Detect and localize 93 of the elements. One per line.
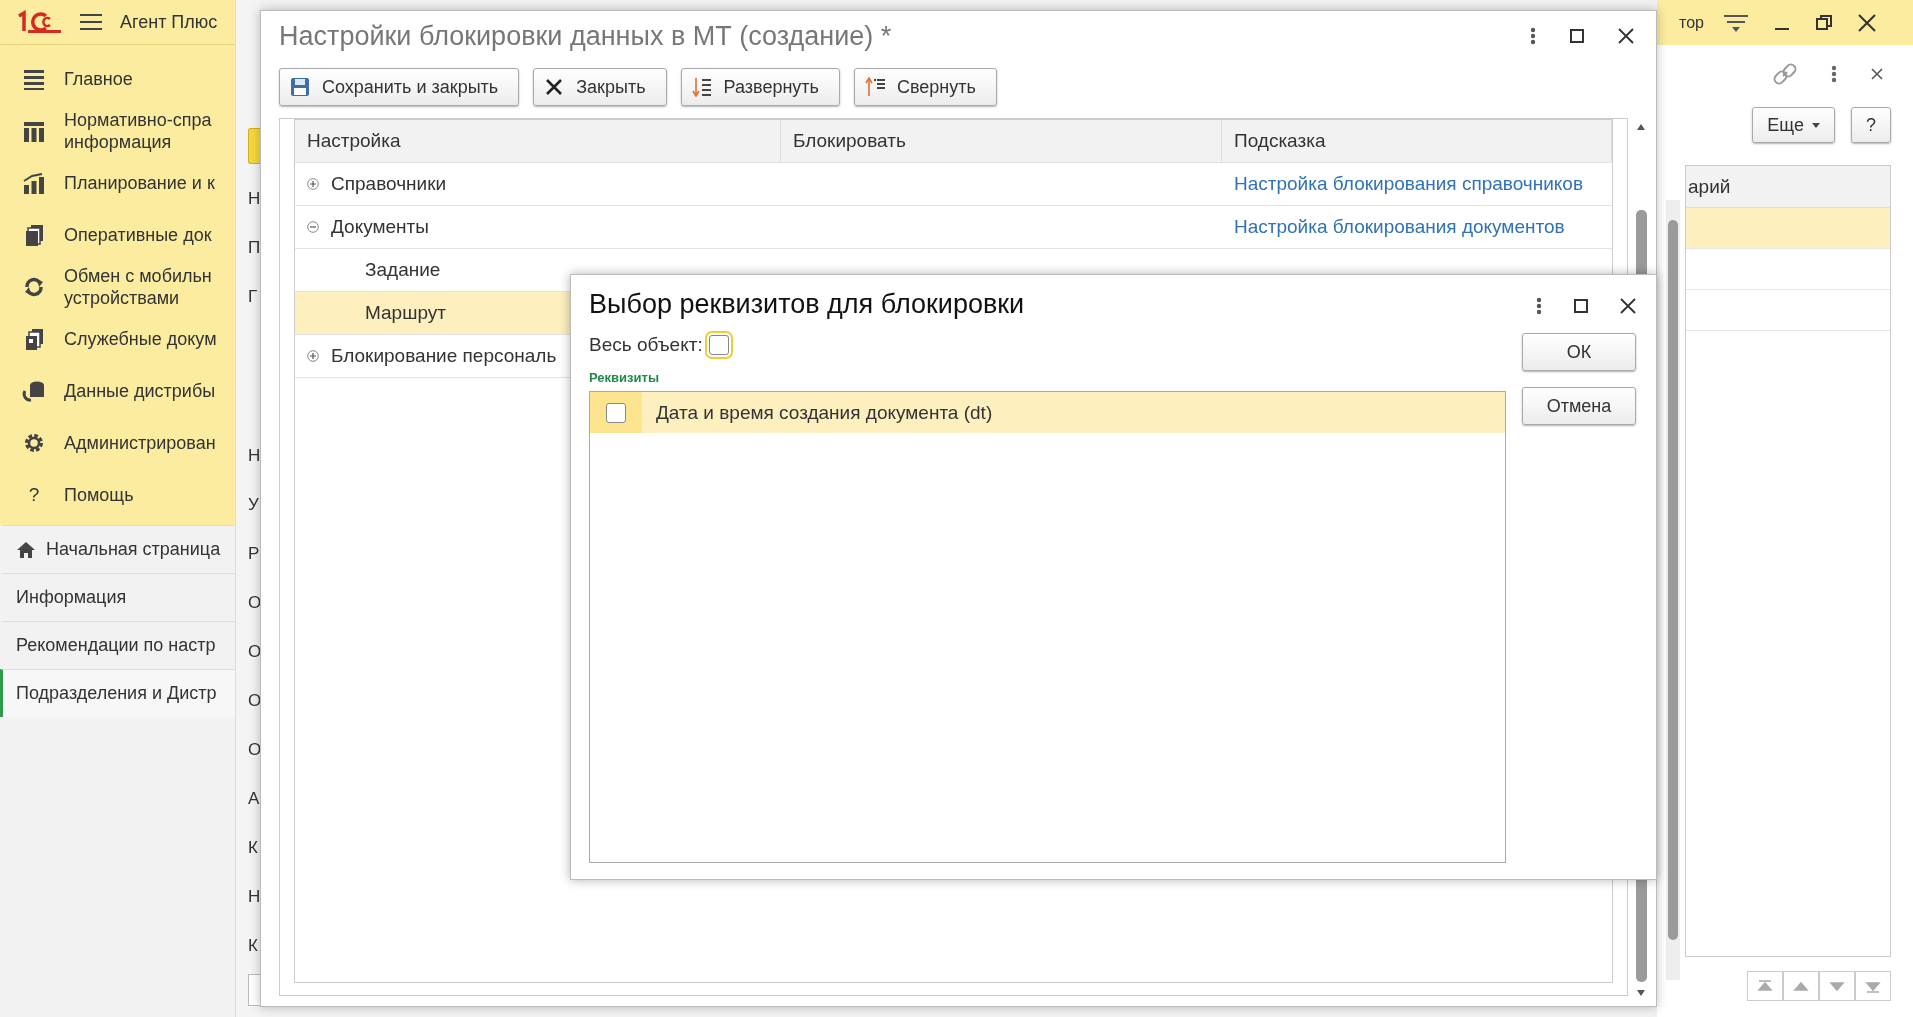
field-label: О [248, 739, 262, 760]
row-label: Справочники [331, 173, 447, 195]
database-icon [22, 379, 46, 403]
section-item[interactable]: Нормативно-спра информация [0, 105, 235, 157]
refresh-icon [22, 275, 46, 299]
field-label: К [248, 837, 258, 858]
field-label: А [248, 788, 260, 809]
more-icon[interactable] [1536, 297, 1542, 315]
link-icon[interactable] [1773, 62, 1797, 86]
list-icon [22, 67, 46, 91]
window-title: Настройки блокировки данных в МТ (создание) * [279, 20, 892, 52]
toolbar-button[interactable]: Закрыть [533, 68, 667, 106]
filter-icon[interactable] [1723, 12, 1748, 33]
hint-link[interactable]: Настройка блокирования документов [1234, 216, 1565, 238]
field-label: Н [248, 188, 261, 209]
help-button[interactable]: ? [1851, 107, 1891, 143]
section-item[interactable]: ? Помощь [0, 469, 235, 521]
close-icon[interactable] [1620, 298, 1636, 314]
list-row[interactable]: Дата и время создания документа (dt) [590, 392, 1505, 433]
column-header: Блокировать [781, 120, 1222, 162]
column-header: Подсказка [1222, 120, 1612, 162]
field-label: О [248, 641, 262, 662]
scrollbar[interactable] [1666, 200, 1680, 980]
column-header: Настройка [295, 120, 781, 162]
expand-icon[interactable] [307, 350, 319, 362]
scrollbar-thumb[interactable] [1668, 220, 1678, 940]
settings-icon [22, 431, 46, 455]
table-row[interactable]: Документы Настройка блокирования документов [294, 206, 1613, 249]
field-label: Г [248, 286, 258, 307]
field-label: П [248, 237, 261, 258]
help-icon: ? [22, 483, 46, 507]
collapse-icon[interactable] [307, 221, 319, 233]
next-page-button[interactable] [1819, 971, 1855, 1001]
maximize-icon[interactable] [1574, 299, 1588, 313]
sort-down-icon [691, 77, 712, 97]
dialog-title: Выбор реквизитов для блокировки [589, 289, 1026, 320]
table-row[interactable]: Справочники Настройка блокирования справочников [294, 163, 1613, 206]
ok-button[interactable]: ОК [1522, 333, 1636, 371]
first-page-button[interactable] [1747, 971, 1783, 1001]
close-icon [544, 77, 565, 97]
close-icon[interactable] [1857, 13, 1876, 32]
row-label: Блокирование персональ [331, 345, 557, 367]
section-item[interactable]: Главное [0, 53, 235, 105]
checkbox-label: Весь объект: [589, 334, 703, 356]
field-label: К [248, 935, 258, 956]
previous-page-button[interactable] [1783, 971, 1819, 1001]
field-label: Н [248, 886, 261, 907]
toolbar-button[interactable]: Развернуть [680, 68, 840, 106]
field-label: Н [248, 445, 261, 466]
section-item[interactable]: Администрирован [0, 417, 235, 469]
logo-icon[interactable] [16, 10, 62, 34]
checkbox[interactable] [606, 402, 626, 423]
cancel-button[interactable]: Отмена [1522, 387, 1636, 425]
more-icon[interactable] [1831, 65, 1837, 83]
columns-icon [22, 119, 46, 143]
sort-up-icon [864, 77, 885, 97]
expand-icon[interactable] [307, 178, 319, 190]
field-label: О [248, 592, 262, 613]
close-icon[interactable] [1871, 68, 1883, 80]
hint-link[interactable]: Настройка блокирования справочников [1234, 173, 1584, 195]
section-item[interactable]: Планирование и к [0, 157, 235, 209]
close-icon[interactable] [1618, 28, 1634, 44]
more-icon[interactable] [1530, 27, 1536, 45]
field-label: О [248, 690, 262, 711]
section-item[interactable]: Оперативные док [0, 209, 235, 261]
home-icon [16, 540, 36, 559]
field-label: У [248, 494, 259, 515]
more-button[interactable]: Еще [1752, 107, 1835, 143]
user-name: тор [1679, 13, 1704, 32]
toolbar-button[interactable]: Сохранить и закрыть [279, 68, 520, 106]
first-icon [1757, 978, 1773, 994]
row-label: Документы [331, 216, 429, 238]
toolbar-button[interactable]: Свернуть [853, 68, 997, 106]
row-label: Задание [365, 259, 441, 281]
row-label: Дата и время создания документа (dt) [656, 401, 993, 424]
restore-icon[interactable] [1815, 14, 1832, 31]
app-title: Агент Плюс [120, 11, 218, 33]
last-page-button[interactable] [1855, 971, 1891, 1001]
column-header: арий [1686, 166, 1890, 208]
section-item[interactable]: Данные дистрибы [0, 365, 235, 417]
menu-icon[interactable] [80, 13, 102, 31]
field-label: Р [248, 543, 260, 564]
group-label: Реквизиты [589, 370, 660, 385]
caret-icon [1812, 122, 1820, 128]
section-item[interactable]: Обмен с мобильн устройствами [0, 261, 235, 313]
maximize-icon[interactable] [1570, 29, 1584, 43]
save-icon [290, 77, 310, 97]
scroll-up-icon[interactable] [1637, 124, 1645, 130]
scroll-down-icon[interactable] [1637, 990, 1645, 996]
row-label: Маршрут [365, 302, 446, 324]
bar-chart-icon [22, 171, 46, 195]
section-item[interactable]: Служебные докум [0, 313, 235, 365]
page-tab[interactable]: Подразделения и Дистр [0, 669, 235, 717]
